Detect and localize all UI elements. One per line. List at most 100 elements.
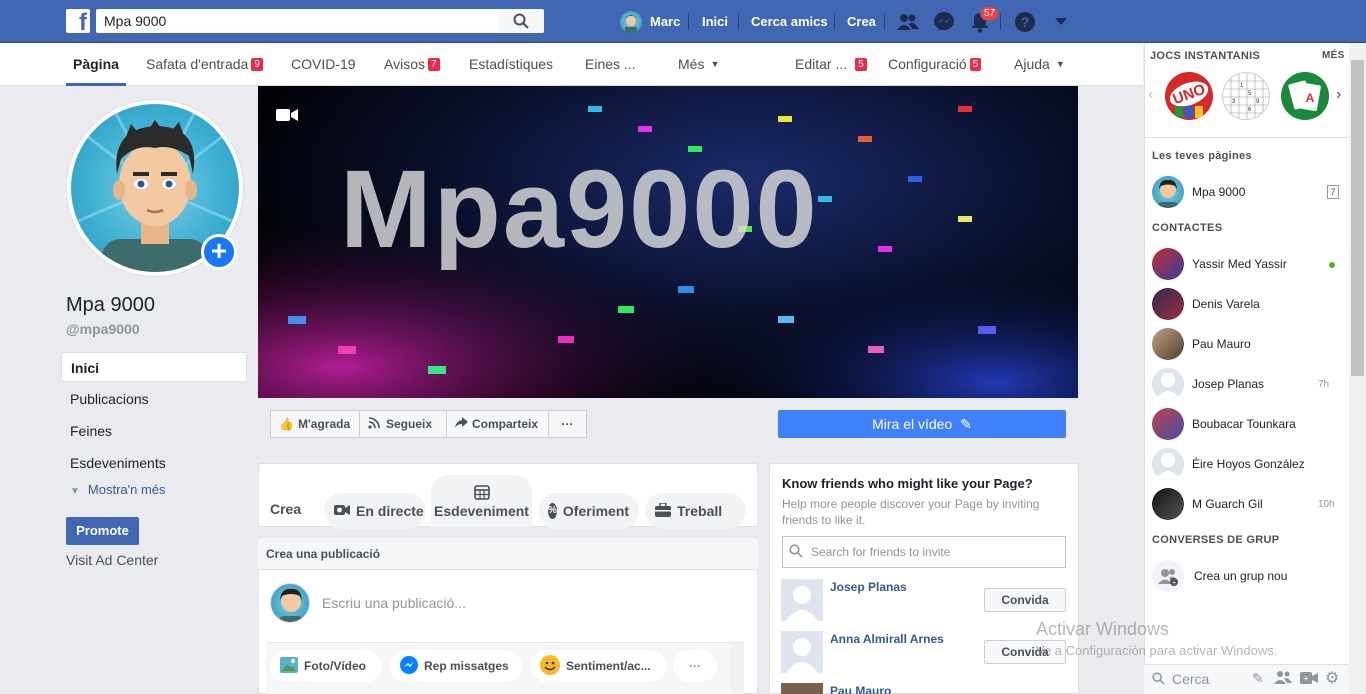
contact-avatar[interactable] xyxy=(1152,448,1184,480)
more-actions-button[interactable]: ··· xyxy=(548,410,587,438)
left-nav-jobs[interactable]: Feines xyxy=(61,416,247,446)
tab-more[interactable]: Més ▼ xyxy=(678,43,719,86)
post-tools-scrollbar[interactable] xyxy=(731,643,744,693)
video-call-icon[interactable]: + xyxy=(1300,671,1318,688)
edit-badge: 5 xyxy=(855,58,867,71)
svg-text:1: 1 xyxy=(1240,83,1244,89)
windows-activation-subtitle: Ve a Configuración para activar Windows. xyxy=(1036,643,1278,658)
briefcase-icon xyxy=(655,501,671,520)
ad-center-link[interactable]: Visit Ad Center xyxy=(66,552,158,568)
feeling-activity-button[interactable]: Sentiment/ac... xyxy=(530,650,667,682)
friend-name-link[interactable]: Pau Mauro xyxy=(830,684,891,694)
contact-item[interactable]: Denis Varela xyxy=(1192,297,1260,311)
create-offer-button[interactable]: % Oferiment xyxy=(538,493,639,529)
create-event-button[interactable]: Esdeveniment xyxy=(431,475,532,527)
contact-avatar[interactable] xyxy=(1152,408,1184,440)
go-live-button[interactable]: En directe xyxy=(324,493,426,529)
contact-avatar[interactable] xyxy=(1152,328,1184,360)
avatar[interactable] xyxy=(1152,176,1184,208)
add-profile-photo-button[interactable]: + xyxy=(201,234,237,270)
solitaire-game-icon[interactable]: A xyxy=(1281,72,1329,120)
search-input[interactable]: Mpa 9000 xyxy=(96,9,498,33)
sidebar-scrollbar-thumb[interactable] xyxy=(1351,60,1364,376)
chevron-left-icon[interactable]: ‹ xyxy=(1148,86,1153,104)
page-username[interactable]: @mpa9000 xyxy=(66,321,140,337)
tab-edit[interactable]: Editar ... 5 xyxy=(795,43,867,86)
create-job-button[interactable]: Treball xyxy=(645,493,746,529)
contact-item[interactable]: Éire Hoyos González xyxy=(1192,457,1305,471)
gear-icon[interactable]: ⚙ xyxy=(1325,668,1339,688)
friend-name-link[interactable]: Josep Planas xyxy=(830,580,907,594)
your-page-link[interactable]: Mpa 9000 xyxy=(1192,185,1245,199)
tab-notifications[interactable]: Avisos 7 xyxy=(384,43,440,86)
invite-button[interactable]: Convida xyxy=(984,588,1066,612)
contact-avatar[interactable] xyxy=(1152,288,1184,320)
messenger-icon xyxy=(400,655,418,677)
group-icon[interactable]: + xyxy=(1152,560,1184,592)
left-nav-home[interactable]: Inici xyxy=(61,352,247,382)
tab-tools[interactable]: Eines ... xyxy=(585,43,636,86)
nav-home-link[interactable]: Inici xyxy=(702,0,728,43)
games-more-link[interactable]: MÉS xyxy=(1322,50,1345,61)
uno-game-icon[interactable]: UNO xyxy=(1165,72,1213,120)
cover-title-text: Mpa9000 xyxy=(340,148,819,271)
promote-button[interactable]: Promote xyxy=(66,517,139,545)
tab-page[interactable]: Pàgina xyxy=(66,43,126,86)
get-messages-button[interactable]: Rep missatges xyxy=(390,650,522,682)
chevron-right-icon[interactable]: › xyxy=(1336,86,1341,104)
contact-avatar[interactable] xyxy=(1152,488,1184,520)
cover-video[interactable]: Mpa9000 xyxy=(258,86,1078,398)
friend-requests-icon[interactable] xyxy=(896,10,920,34)
photo-video-button[interactable]: Foto/Vídeo xyxy=(270,650,382,682)
tab-insights[interactable]: Estadístiques xyxy=(469,43,553,86)
profile-link[interactable]: Marc xyxy=(620,0,680,43)
create-group-link[interactable]: Crea un grup nou xyxy=(1194,569,1287,583)
sidebar-search-input[interactable]: Cerca xyxy=(1172,671,1209,687)
search-button[interactable] xyxy=(498,9,544,33)
nav-find-friends-link[interactable]: Cerca amics xyxy=(751,0,828,43)
sudoku-game-icon[interactable]: 159 3 6 xyxy=(1222,72,1270,120)
new-message-icon[interactable]: ✎ xyxy=(1252,670,1264,687)
tab-inbox[interactable]: Safata d'entrada 9 xyxy=(146,43,263,86)
new-group-icon[interactable] xyxy=(1274,670,1292,687)
contact-item[interactable]: Boubacar Tounkara xyxy=(1192,417,1296,431)
nav-create-link[interactable]: Crea xyxy=(847,0,876,43)
last-active-time: 10h xyxy=(1318,499,1335,510)
messenger-icon[interactable] xyxy=(932,10,956,34)
left-nav-posts[interactable]: Publicacions xyxy=(61,384,247,414)
page-count-badge: 7 xyxy=(1327,185,1339,199)
friend-avatar[interactable] xyxy=(781,683,823,694)
calendar-icon xyxy=(473,484,490,503)
friend-name-link[interactable]: Anna Almirall Arnes xyxy=(830,632,944,646)
contact-item[interactable]: M Guarch Gil xyxy=(1192,497,1263,511)
contact-avatar[interactable] xyxy=(1152,368,1184,400)
contact-item[interactable]: Yassir Med Yassir xyxy=(1192,257,1287,271)
contact-item[interactable]: Pau Mauro xyxy=(1192,337,1251,351)
invite-search-input[interactable]: Search for friends to invite xyxy=(782,536,1066,568)
more-post-tools-button[interactable]: ··· xyxy=(673,650,717,682)
create-label: Crea xyxy=(270,501,302,517)
facebook-logo-icon[interactable]: f xyxy=(66,9,90,33)
account-menu-chevron-down-icon[interactable] xyxy=(1049,10,1073,34)
friend-avatar[interactable] xyxy=(781,631,823,673)
help-icon[interactable]: ? xyxy=(1013,10,1037,34)
post-composer-input[interactable]: Escriu una publicació... xyxy=(322,595,466,611)
svg-text:A: A xyxy=(1306,91,1315,105)
windows-activation-watermark: Activar Windows xyxy=(1036,619,1170,639)
left-nav-events[interactable]: Esdeveniments xyxy=(61,448,247,478)
tab-help[interactable]: Ajuda ▼ xyxy=(1014,43,1065,86)
tab-settings[interactable]: Configuració 5 xyxy=(888,43,982,86)
caret-down-icon: ▼ xyxy=(710,59,720,69)
contact-avatar[interactable] xyxy=(1152,248,1184,280)
friend-avatar[interactable] xyxy=(781,579,823,621)
tab-covid[interactable]: COVID-19 xyxy=(291,43,356,86)
notifications-icon[interactable]: 57 xyxy=(968,6,1000,34)
show-more-link[interactable]: ▼ Mostra'n més xyxy=(70,482,166,497)
contact-item[interactable]: Josep Planas xyxy=(1192,377,1264,391)
svg-text:5: 5 xyxy=(1248,91,1252,97)
share-button[interactable]: Comparteix xyxy=(446,410,549,438)
watch-video-button[interactable]: Mira el vídeo ✎ xyxy=(778,410,1066,438)
like-button[interactable]: 👍 M'agrada xyxy=(270,410,360,438)
last-active-time: 7h xyxy=(1318,379,1330,390)
follow-button[interactable]: Segueix xyxy=(359,410,447,438)
